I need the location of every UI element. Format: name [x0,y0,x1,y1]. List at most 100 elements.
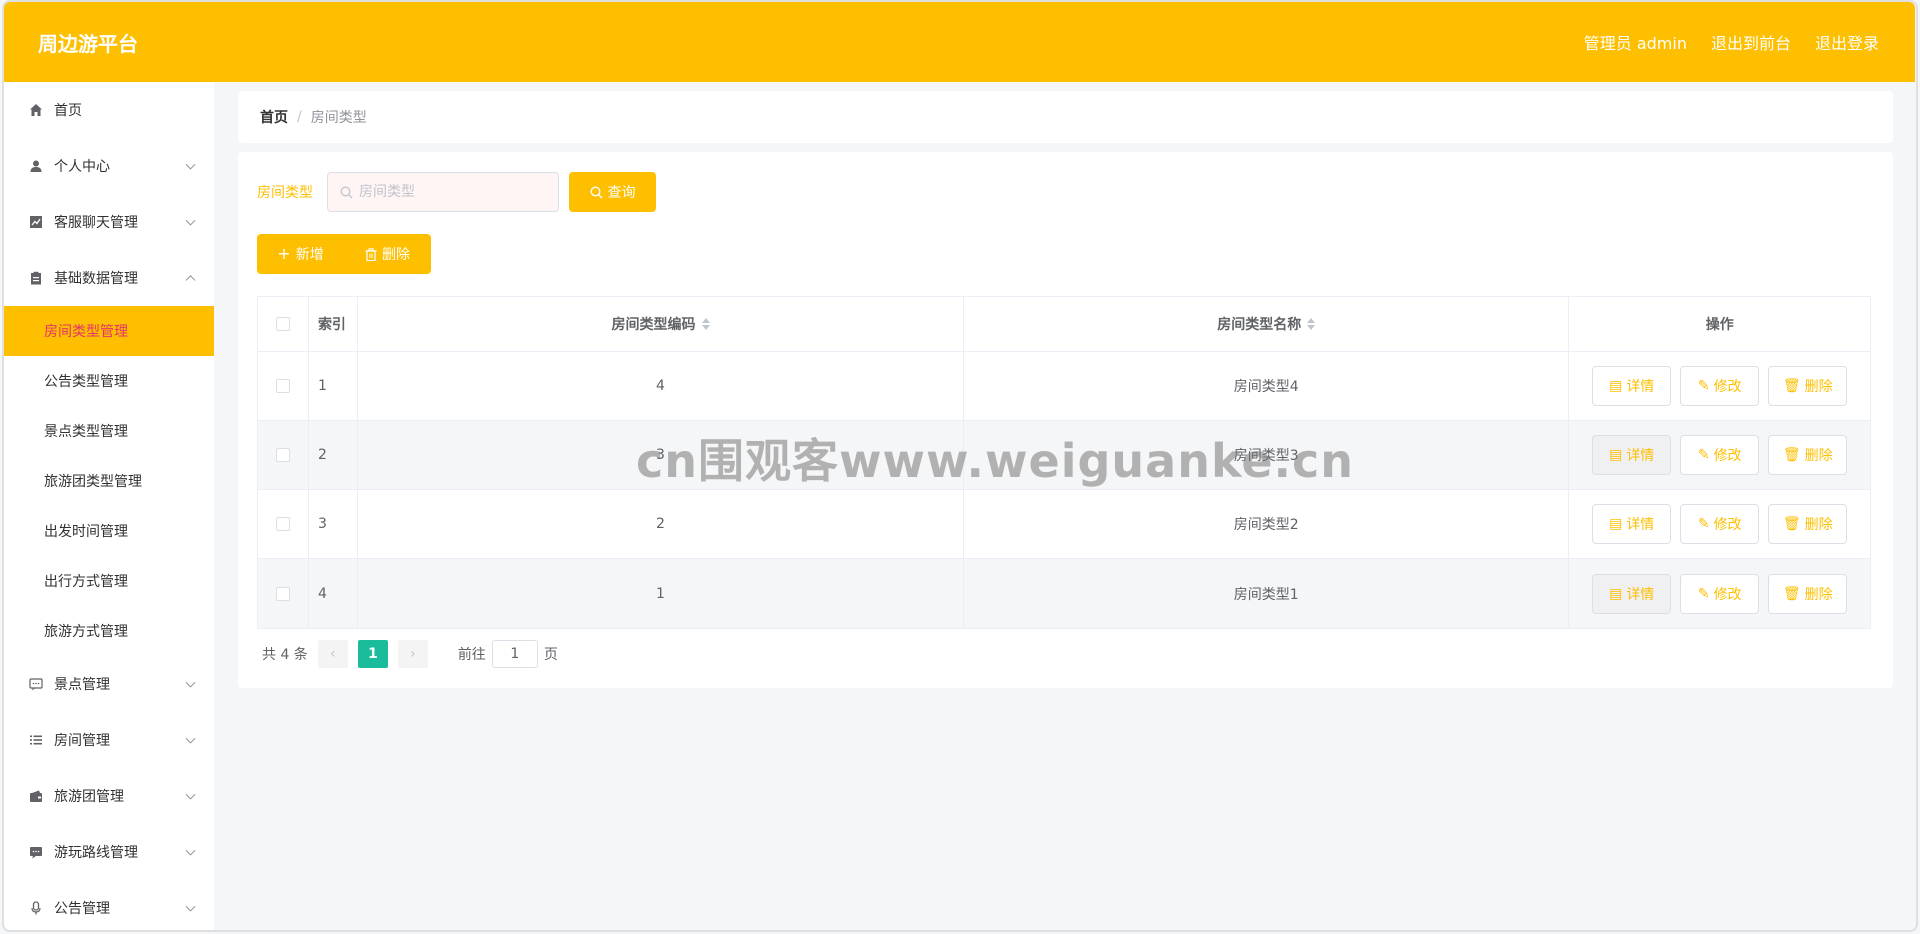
search-input-wrapper[interactable] [327,172,559,212]
table-row: 4 1 房间类型1 ▤ 详情 ✎ 修改 🗑︎ 删除 [258,559,1870,628]
sidebar-item-profile[interactable]: 个人中心 [4,138,214,194]
row-checkbox[interactable] [275,448,290,462]
row-code: 3 [358,421,965,489]
search-label: 房间类型 [257,185,313,201]
sidebar-item-tour-group[interactable]: 旅游团管理 [4,768,214,824]
chevron-down-icon [185,677,196,688]
goto-label: 前往 [457,647,486,663]
sidebar-item-base-data[interactable]: 基础数据管理 [4,250,214,306]
header-checkbox-cell [258,297,309,351]
column-header-ops: 操作 [1705,317,1734,333]
breadcrumb-current: 房间类型 [310,110,367,126]
pencil-icon: ✎ [1697,447,1710,463]
column-header-code[interactable]: 房间类型编码 [358,297,965,351]
row-index: 1 [309,352,358,420]
sidebar-sub-room-type[interactable]: 房间类型管理 [4,306,214,356]
search-row: 房间类型 查询 [257,172,656,212]
row-checkbox[interactable] [275,379,290,393]
breadcrumb-separator: / [297,109,302,125]
sidebar-item-scenic[interactable]: 景点管理 [4,656,214,712]
page-number-button[interactable]: 1 [357,640,388,668]
document-icon: ▤ [1609,378,1623,394]
pagination: 共 4 条 ‹ 1 › 前往 页 [262,640,558,668]
delete-button[interactable]: 🗑︎ 删除 [1768,435,1848,475]
delete-button-label: 删除 [1804,517,1833,533]
row-name: 房间类型4 [964,352,1570,420]
sidebar-item-label: 景点管理 [54,677,110,693]
row-name: 房间类型1 [964,559,1570,628]
sort-icon[interactable] [701,318,710,330]
action-row: + 新增 删除 [257,234,431,274]
row-ops: ▤ 详情 ✎ 修改 🗑︎ 删除 [1569,559,1870,628]
sidebar-item-chat[interactable]: 客服聊天管理 [4,194,214,250]
document-icon: ▤ [1609,516,1623,532]
add-button[interactable]: + 新增 [257,234,344,274]
logout-link[interactable]: 退出登录 [1815,30,1879,54]
header-actions: 管理员 admin 退出到前台 退出登录 [1584,30,1879,54]
detail-button-label: 详情 [1626,379,1655,395]
exit-to-front-link[interactable]: 退出到前台 [1711,30,1791,54]
trash-icon: 🗑︎ [1782,378,1801,394]
detail-button[interactable]: ▤ 详情 [1592,366,1672,406]
sidebar-item-label: 基础数据管理 [54,271,138,287]
edit-button-label: 修改 [1713,586,1742,603]
row-code: 2 [358,490,965,558]
chevron-down-icon [185,789,196,800]
batch-delete-button[interactable]: 删除 [344,234,431,274]
delete-button[interactable]: 🗑︎ 删除 [1768,504,1848,544]
sidebar-item-home[interactable]: 首页 [4,82,214,138]
delete-button-label: 删除 [1804,586,1833,603]
delete-button[interactable]: 🗑︎ 删除 [1768,573,1848,614]
sidebar-item-label: 客服聊天管理 [54,215,138,231]
query-button[interactable]: 查询 [569,172,656,212]
query-button-label: 查询 [607,185,636,201]
row-checkbox-cell [258,559,309,628]
sidebar-sub-scenic-type[interactable]: 景点类型管理 [4,406,214,456]
detail-button-label: 详情 [1626,517,1655,533]
sidebar-sub-notice-type[interactable]: 公告类型管理 [4,356,214,406]
admin-label[interactable]: 管理员 admin [1584,30,1687,54]
edit-button[interactable]: ✎ 修改 [1680,504,1760,544]
column-header-name-label: 房间类型名称 [1217,317,1302,333]
column-header-name[interactable]: 房间类型名称 [964,297,1570,351]
delete-button-label: 删除 [382,247,410,263]
row-index: 3 [309,490,358,558]
sort-icon[interactable] [1307,318,1316,330]
row-checkbox[interactable] [275,586,290,601]
table-row: 3 2 房间类型2 ▤ 详情 ✎ 修改 🗑︎ 删除 [258,490,1870,559]
sidebar-sub-tour-mode[interactable]: 旅游方式管理 [4,606,214,656]
prev-page-button[interactable]: ‹ [317,640,348,668]
document-icon: ▤ [1609,447,1623,463]
sidebar-item-route[interactable]: 游玩路线管理 [4,824,214,880]
column-header-index: 索引 [309,297,358,351]
edit-button-label: 修改 [1713,448,1742,464]
next-page-button[interactable]: › [397,640,428,668]
chevron-down-icon [185,733,196,744]
breadcrumb: 首页 / 房间类型 [238,91,1893,143]
mic-icon [28,900,44,916]
edit-button[interactable]: ✎ 修改 [1680,366,1760,406]
detail-button[interactable]: ▤ 详情 [1592,435,1672,475]
detail-button[interactable]: ▤ 详情 [1592,573,1672,614]
sidebar-item-notice[interactable]: 公告管理 [4,880,214,930]
detail-button[interactable]: ▤ 详情 [1592,504,1672,544]
trash-icon: 🗑︎ [1782,447,1801,463]
sidebar-sub-travel-mode[interactable]: 出行方式管理 [4,556,214,606]
edit-button-label: 修改 [1713,379,1742,395]
chart-icon [28,214,44,230]
sidebar-item-room[interactable]: 房间管理 [4,712,214,768]
chevron-up-icon [185,275,196,286]
sidebar-sub-departure-time[interactable]: 出发时间管理 [4,506,214,556]
search-icon [589,185,603,199]
breadcrumb-home[interactable]: 首页 [260,107,288,127]
delete-button-label: 删除 [1804,448,1833,464]
detail-button-label: 详情 [1626,586,1655,603]
room-type-search-input[interactable] [359,184,549,200]
select-all-checkbox[interactable] [275,317,290,331]
edit-button[interactable]: ✎ 修改 [1680,435,1760,475]
sidebar-sub-tour-group-type[interactable]: 旅游团类型管理 [4,456,214,506]
row-checkbox[interactable] [275,517,290,531]
delete-button[interactable]: 🗑︎ 删除 [1768,366,1848,406]
edit-button[interactable]: ✎ 修改 [1680,573,1760,614]
goto-page-input[interactable] [491,640,538,668]
